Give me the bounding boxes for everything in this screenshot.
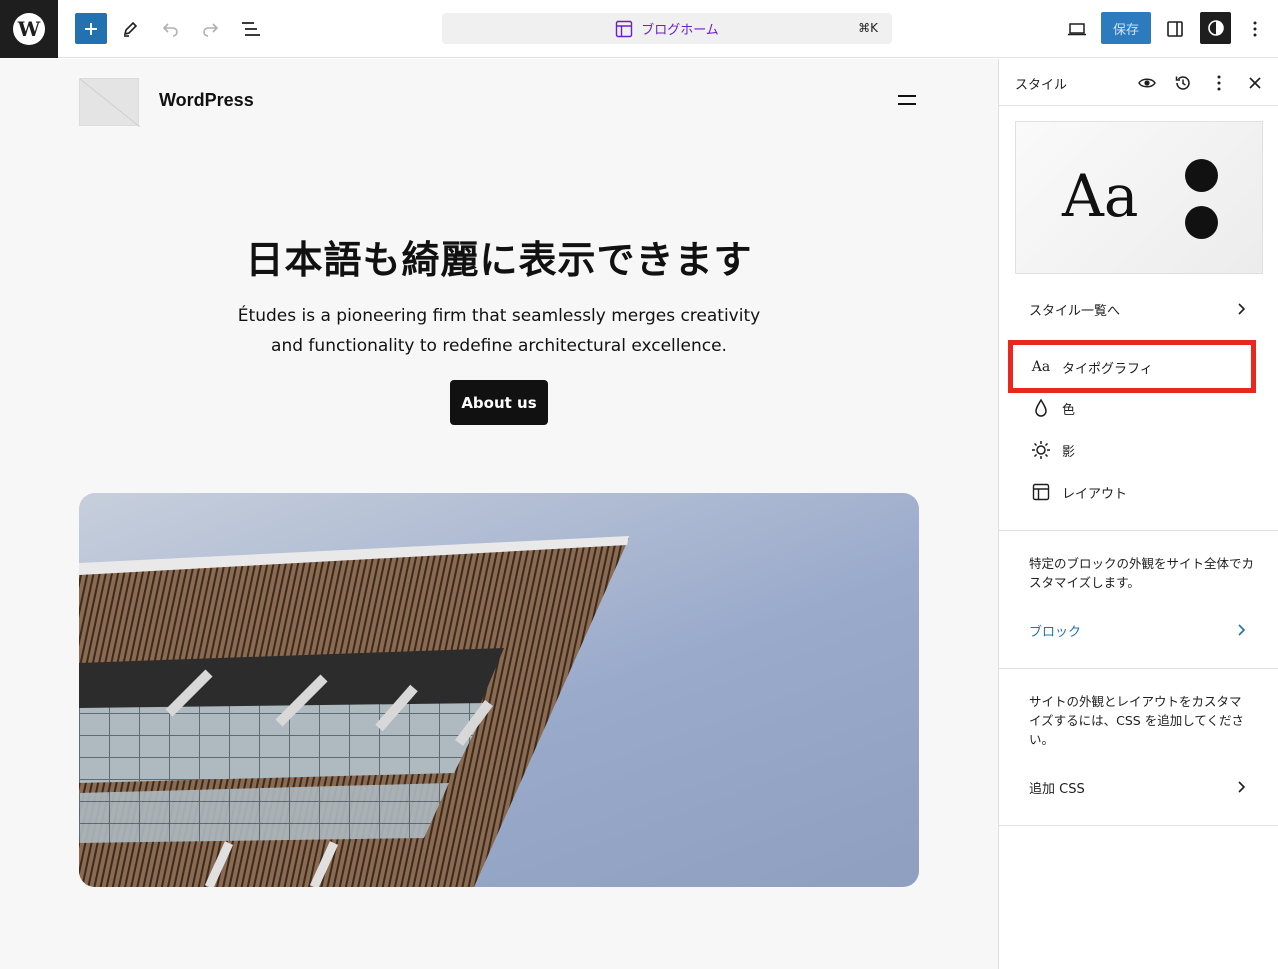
- additional-css-row[interactable]: 追加 CSS: [1015, 768, 1263, 806]
- menu-item-label: 色: [1062, 402, 1076, 418]
- preview-color-dot: [1185, 206, 1218, 239]
- wordpress-logo-icon: W: [13, 13, 45, 45]
- blocks-description: 特定のブロックの外観をサイト全体でカスタマイズします。: [1029, 556, 1255, 590]
- divider: [999, 668, 1278, 669]
- styles-sidebar: スタイル Aa スタイル一覧へ Aa タイポグラフィ 色 影 レイアウト 特定の…: [998, 59, 1278, 969]
- undo-icon: [162, 23, 178, 37]
- menu-item-shadow[interactable]: 影: [1015, 432, 1263, 468]
- style-book-button[interactable]: [1135, 71, 1159, 95]
- style-preview[interactable]: Aa: [1015, 121, 1263, 274]
- settings-panel-toggle[interactable]: [1158, 12, 1192, 46]
- styles-button[interactable]: [1200, 12, 1231, 44]
- menu-item-layout[interactable]: レイアウト: [1015, 474, 1263, 510]
- shortcut-hint: ⌘K: [858, 21, 878, 35]
- additional-css-label: 追加 CSS: [1029, 781, 1085, 797]
- sidebar-more-button[interactable]: [1207, 71, 1231, 95]
- sidebar-header: スタイル: [999, 59, 1278, 106]
- sidebar-icon: [1167, 21, 1183, 37]
- chevron-right-icon: [1238, 624, 1246, 636]
- typography-highlight-annotation: [1008, 340, 1256, 393]
- chevron-right-icon: [1238, 781, 1246, 793]
- hero-heading[interactable]: 日本語も綺麗に表示できます: [0, 229, 998, 284]
- site-logo-placeholder[interactable]: [79, 78, 141, 128]
- menu-item-label: 影: [1062, 444, 1076, 460]
- preview-typography-sample: Aa: [1062, 162, 1139, 230]
- menu-item-label: レイアウト: [1062, 486, 1128, 502]
- close-sidebar-button[interactable]: [1243, 71, 1267, 95]
- device-preview-button[interactable]: [1060, 12, 1094, 46]
- more-vertical-icon: [1217, 75, 1221, 91]
- save-button[interactable]: 保存: [1101, 12, 1151, 44]
- blocks-link-label: ブロック: [1029, 624, 1082, 640]
- blocks-row[interactable]: ブロック: [1015, 611, 1263, 649]
- template-icon: [615, 20, 633, 37]
- tools-button[interactable]: [113, 12, 147, 46]
- navigation-menu-icon[interactable]: [898, 95, 916, 109]
- redo-icon: [203, 23, 219, 37]
- redo-button[interactable]: [193, 12, 227, 46]
- desktop-icon: [1068, 23, 1086, 36]
- wordpress-logo-button[interactable]: W: [0, 0, 58, 58]
- add-block-button[interactable]: [75, 13, 107, 44]
- chevron-right-icon: [1238, 303, 1246, 315]
- document-overview-button[interactable]: [234, 12, 268, 46]
- color-drop-icon: [1029, 396, 1053, 420]
- about-us-button[interactable]: About us: [450, 380, 548, 425]
- site-title[interactable]: WordPress: [159, 90, 254, 111]
- history-icon: [1175, 76, 1190, 90]
- editor-canvas[interactable]: WordPress 日本語も綺麗に表示できます Études is a pion…: [0, 59, 998, 969]
- document-title: ブログホーム: [641, 23, 719, 38]
- layout-icon: [1029, 480, 1053, 504]
- editor-toolbar: W ブログホーム ⌘K 保存: [0, 0, 1278, 58]
- undo-button[interactable]: [154, 12, 188, 46]
- menu-item-color[interactable]: 色: [1015, 390, 1263, 426]
- hero-building-image[interactable]: [79, 493, 919, 887]
- pencil-icon: [123, 21, 138, 37]
- options-menu-button[interactable]: [1238, 12, 1272, 46]
- revisions-button[interactable]: [1171, 71, 1195, 95]
- plus-icon: [85, 22, 97, 35]
- list-view-icon: [242, 22, 260, 36]
- command-palette-bar[interactable]: ブログホーム ⌘K: [442, 13, 892, 44]
- preview-color-dot: [1185, 159, 1218, 192]
- shadow-sun-icon: [1029, 438, 1053, 462]
- browse-styles-row[interactable]: スタイル一覧へ: [1015, 290, 1263, 328]
- browse-styles-label: スタイル一覧へ: [1029, 303, 1121, 319]
- divider: [999, 530, 1278, 531]
- contrast-icon: [1207, 20, 1224, 36]
- css-description: サイトの外観とレイアウトをカスタマイズするには、CSS を追加してください。: [1029, 694, 1244, 747]
- eye-icon: [1138, 78, 1156, 88]
- sidebar-title: スタイル: [1015, 78, 1068, 93]
- hero-paragraph[interactable]: Études is a pioneering firm that seamles…: [229, 301, 769, 361]
- more-vertical-icon: [1253, 21, 1257, 37]
- divider: [999, 825, 1278, 826]
- close-icon: [1249, 77, 1261, 89]
